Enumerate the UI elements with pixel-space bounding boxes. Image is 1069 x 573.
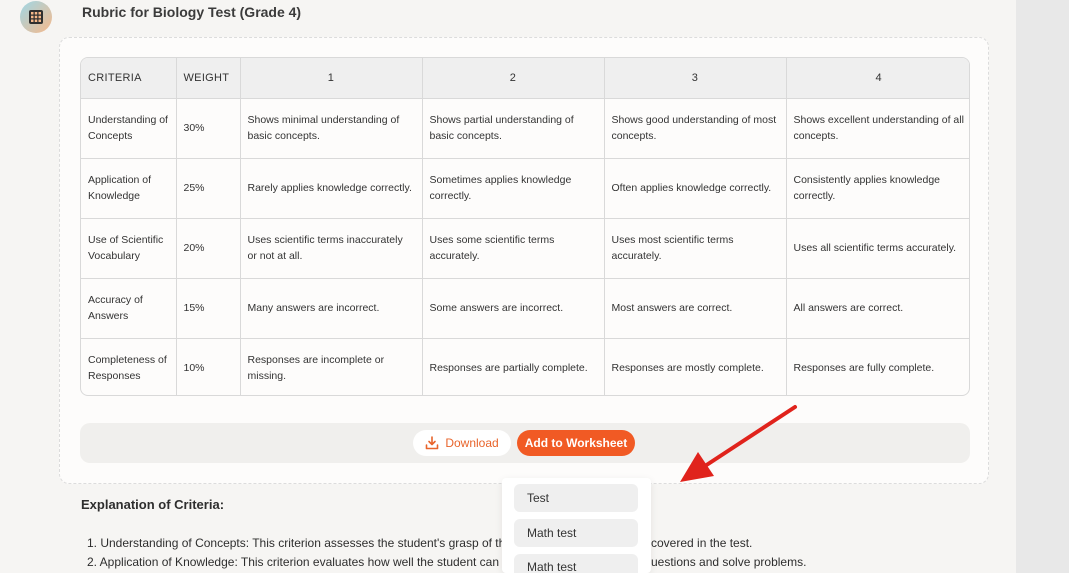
level-cell: Rarely applies knowledge correctly. bbox=[239, 157, 423, 219]
column-header-level-4: 4 bbox=[785, 58, 969, 99]
criteria-cell: Understanding of Concepts bbox=[81, 97, 177, 159]
dropdown-item-math-test[interactable]: Math test bbox=[514, 519, 638, 547]
column-header-weight: WEIGHT bbox=[175, 58, 241, 99]
criteria-cell: Completeness of Responses bbox=[81, 337, 177, 395]
table-row: Understanding of Concepts 30% Shows mini… bbox=[81, 97, 969, 159]
level-cell: Shows good understanding of most concept… bbox=[603, 97, 787, 159]
explanation-heading: Explanation of Criteria: bbox=[81, 497, 225, 512]
level-cell: Responses are fully complete. bbox=[785, 337, 969, 395]
dropdown-item-math-test[interactable]: Math test bbox=[514, 554, 638, 573]
table-row: Completeness of Responses 10% Responses … bbox=[81, 337, 969, 395]
weight-cell: 25% bbox=[175, 157, 241, 219]
worksheet-dropdown: Test Math test Math test bbox=[502, 478, 651, 573]
level-cell: Many answers are incorrect. bbox=[239, 277, 423, 339]
table-row: Accuracy of Answers 15% Many answers are… bbox=[81, 277, 969, 339]
table-row: Use of Scientific Vocabulary 20% Uses sc… bbox=[81, 217, 969, 279]
level-cell: Most answers are correct. bbox=[603, 277, 787, 339]
table-header-row: CRITERIA WEIGHT 1 2 3 4 bbox=[81, 58, 969, 99]
column-header-level-1: 1 bbox=[239, 58, 423, 99]
weight-cell: 30% bbox=[175, 97, 241, 159]
level-cell: Uses scientific terms inaccurately or no… bbox=[239, 217, 423, 279]
dropdown-item-test[interactable]: Test bbox=[514, 484, 638, 512]
level-cell: Shows excellent understanding of all con… bbox=[785, 97, 969, 159]
grid-icon bbox=[29, 10, 43, 24]
criteria-cell: Use of Scientific Vocabulary bbox=[81, 217, 177, 279]
column-header-level-2: 2 bbox=[421, 58, 605, 99]
right-side-panel bbox=[1016, 0, 1069, 573]
column-header-level-3: 3 bbox=[603, 58, 787, 99]
level-cell: Some answers are incorrect. bbox=[421, 277, 605, 339]
explanation-line-1-start: 1. Understanding of Concepts: This crite… bbox=[87, 536, 532, 550]
download-label: Download bbox=[445, 436, 499, 450]
level-cell: All answers are correct. bbox=[785, 277, 969, 339]
level-cell: Sometimes applies knowledge correctly. bbox=[421, 157, 605, 219]
criteria-cell: Accuracy of Answers bbox=[81, 277, 177, 339]
explanation-line-2-start: 2. Application of Knowledge: This criter… bbox=[87, 555, 526, 569]
avatar bbox=[20, 1, 52, 33]
rubric-table: CRITERIA WEIGHT 1 2 3 4 Understanding of… bbox=[81, 58, 969, 395]
explanation-line-2-end: uestions and solve problems. bbox=[651, 555, 807, 569]
level-cell: Responses are mostly complete. bbox=[603, 337, 787, 395]
rubric-card: CRITERIA WEIGHT 1 2 3 4 Understanding of… bbox=[59, 37, 989, 484]
weight-cell: 15% bbox=[175, 277, 241, 339]
explanation-line-1-end: covered in the test. bbox=[651, 536, 753, 550]
level-cell: Uses all scientific terms accurately. bbox=[785, 217, 969, 279]
column-header-criteria: CRITERIA bbox=[81, 58, 177, 99]
level-cell: Consistently applies knowledge correctly… bbox=[785, 157, 969, 219]
add-to-worksheet-button[interactable]: Add to Worksheet bbox=[517, 430, 635, 456]
download-icon bbox=[426, 436, 439, 450]
rubric-table-container: CRITERIA WEIGHT 1 2 3 4 Understanding of… bbox=[80, 57, 970, 396]
level-cell: Uses some scientific terms accurately. bbox=[421, 217, 605, 279]
level-cell: Uses most scientific terms accurately. bbox=[603, 217, 787, 279]
criteria-cell: Application of Knowledge bbox=[81, 157, 177, 219]
level-cell: Responses are incomplete or missing. bbox=[239, 337, 423, 395]
level-cell: Shows partial understanding of basic con… bbox=[421, 97, 605, 159]
action-bar: Download Add to Worksheet bbox=[80, 423, 970, 463]
weight-cell: 10% bbox=[175, 337, 241, 395]
weight-cell: 20% bbox=[175, 217, 241, 279]
level-cell: Responses are partially complete. bbox=[421, 337, 605, 395]
table-row: Application of Knowledge 25% Rarely appl… bbox=[81, 157, 969, 219]
level-cell: Often applies knowledge correctly. bbox=[603, 157, 787, 219]
page-title: Rubric for Biology Test (Grade 4) bbox=[82, 4, 302, 20]
download-button[interactable]: Download bbox=[413, 430, 511, 456]
level-cell: Shows minimal understanding of basic con… bbox=[239, 97, 423, 159]
